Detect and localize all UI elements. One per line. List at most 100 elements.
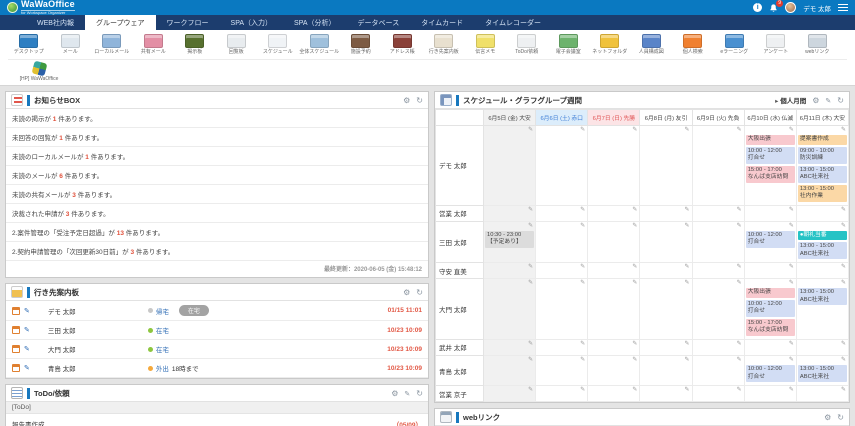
schedule-cell[interactable] <box>692 205 744 221</box>
nav-tab[interactable]: WEB社内報 <box>26 15 85 30</box>
edit-icon[interactable] <box>641 126 690 135</box>
schedule-cell[interactable] <box>744 386 796 402</box>
schedule-cell[interactable] <box>640 126 692 206</box>
gear-icon[interactable] <box>403 288 410 297</box>
user-name[interactable]: デモ 太郎 <box>803 3 831 13</box>
toolbar-item-circular-board[interactable]: 回覧板 <box>216 33 258 57</box>
schedule-cell[interactable] <box>640 339 692 355</box>
nav-tab[interactable]: タイムカード <box>410 15 474 30</box>
schedule-cell[interactable] <box>640 221 692 263</box>
edit-icon[interactable] <box>798 340 847 349</box>
user-avatar[interactable] <box>785 2 796 13</box>
schedule-cell[interactable] <box>744 339 796 355</box>
edit-icon[interactable] <box>694 222 743 231</box>
schedule-cell[interactable] <box>640 386 692 402</box>
notice-item[interactable]: 2.契約申請管理の「次回更新30日前」が 3 件あります。 <box>6 242 428 261</box>
edit-icon[interactable] <box>589 386 638 395</box>
edit-icon[interactable] <box>485 263 534 272</box>
todo-item[interactable]: 報告書作成（05/09） <box>6 414 428 426</box>
edit-icon[interactable] <box>589 222 638 231</box>
toolbar-item-schedule[interactable]: スケジュール <box>257 33 299 57</box>
schedule-cell[interactable] <box>484 339 536 355</box>
nav-tab[interactable]: SPA（入力） <box>220 15 284 30</box>
gear-icon[interactable] <box>812 96 819 105</box>
notification-bell-icon[interactable]: 9 <box>769 3 778 13</box>
schedule-cell[interactable] <box>484 355 536 385</box>
edit-icon[interactable] <box>485 386 534 395</box>
schedule-event[interactable]: 大阪出張 <box>746 135 795 145</box>
edit-icon[interactable] <box>798 222 847 231</box>
schedule-event[interactable]: ●朝礼当番 <box>798 231 847 241</box>
refresh-icon[interactable] <box>837 413 844 422</box>
edit-icon[interactable] <box>694 126 743 135</box>
refresh-icon[interactable] <box>416 389 423 398</box>
refresh-icon[interactable] <box>416 96 423 105</box>
schedule-cell[interactable] <box>692 263 744 279</box>
edit-icon[interactable] <box>694 340 743 349</box>
toolbar-item-bulletin-board[interactable]: 掲示板 <box>174 33 216 57</box>
schedule-cell[interactable] <box>588 279 640 340</box>
notice-item[interactable]: 未読の掲示が 1 件あります。 <box>6 109 428 128</box>
edit-icon[interactable] <box>746 222 795 231</box>
edit-icon[interactable] <box>641 263 690 272</box>
schedule-event[interactable]: 10:00 - 12:00打合せ <box>746 365 795 382</box>
notice-item[interactable]: 2.案件管理の「受注予定日超過」が 13 件あります。 <box>6 223 428 242</box>
edit-icon[interactable] <box>537 279 586 288</box>
edit-icon[interactable] <box>798 279 847 288</box>
schedule-cell[interactable] <box>692 126 744 206</box>
schedule-cell[interactable] <box>484 126 536 206</box>
edit-icon[interactable] <box>641 279 690 288</box>
schedule-cell[interactable] <box>536 386 588 402</box>
schedule-cell[interactable] <box>588 386 640 402</box>
edit-icon[interactable] <box>589 126 638 135</box>
schedule-cell[interactable] <box>536 339 588 355</box>
toolbar-item-web-link[interactable]: webリンク <box>797 33 839 57</box>
toolbar-item-desktop[interactable]: デスクトップ <box>8 33 50 57</box>
schedule-cell[interactable] <box>640 355 692 385</box>
edit-icon[interactable] <box>746 340 795 349</box>
edit-icon[interactable] <box>641 222 690 231</box>
schedule-cell[interactable] <box>536 263 588 279</box>
schedule-event[interactable]: 大阪出張 <box>746 288 795 298</box>
schedule-event[interactable]: 10:30 - 23:00【予定あり】 <box>485 231 534 248</box>
compose-icon[interactable] <box>404 389 410 398</box>
refresh-icon[interactable] <box>837 96 844 105</box>
schedule-cell[interactable] <box>588 126 640 206</box>
nav-tab[interactable]: タイムレコーダー <box>474 15 552 30</box>
toolbar-item-hp-wawaoffice[interactable]: [HP] WaWaOffice <box>8 62 70 84</box>
edit-icon[interactable] <box>24 326 30 334</box>
calendar-icon[interactable] <box>12 326 20 334</box>
schedule-cell[interactable] <box>640 279 692 340</box>
schedule-event[interactable]: 10:00 - 12:00打合せ <box>746 231 795 248</box>
schedule-event[interactable]: 10:00 - 12:00打合せ <box>746 300 795 317</box>
toolbar-item-destination-board[interactable]: 行き先案内板 <box>423 33 465 57</box>
toolbar-item-org-chart[interactable]: 人員構成図 <box>631 33 673 57</box>
status-link[interactable]: 外出 <box>156 363 169 373</box>
edit-icon[interactable] <box>485 222 534 231</box>
schedule-event[interactable]: 13:00 - 15:00社内作業 <box>798 185 847 202</box>
edit-icon[interactable] <box>694 206 743 215</box>
edit-icon[interactable] <box>746 126 795 135</box>
schedule-cell[interactable] <box>484 263 536 279</box>
edit-icon[interactable] <box>24 307 30 315</box>
toolbar-item-e-learning[interactable]: eラーニング <box>714 33 756 57</box>
schedule-event[interactable]: 15:00 - 17:00なんば支店訪問 <box>746 319 795 336</box>
schedule-cell[interactable] <box>692 386 744 402</box>
schedule-cell[interactable]: 大阪出張 10:00 - 12:00打合せ 15:00 - 17:00なんば支店訪問 <box>744 279 796 340</box>
nav-tab[interactable]: データベース <box>347 15 411 30</box>
edit-icon[interactable] <box>537 126 586 135</box>
edit-icon[interactable] <box>694 263 743 272</box>
edit-icon[interactable] <box>485 356 534 365</box>
schedule-cell[interactable] <box>796 339 848 355</box>
schedule-cell[interactable] <box>640 205 692 221</box>
compose-icon[interactable] <box>825 96 831 105</box>
calendar-icon[interactable] <box>12 307 20 315</box>
nav-tab[interactable]: SPA（分析） <box>283 15 347 30</box>
edit-icon[interactable] <box>641 206 690 215</box>
schedule-event[interactable]: 13:00 - 15:00ABC社来社 <box>798 242 847 259</box>
edit-icon[interactable] <box>694 279 743 288</box>
edit-icon[interactable] <box>798 126 847 135</box>
toolbar-item-personal-search[interactable]: 個人検索 <box>672 33 714 57</box>
toolbar-item-net-folder[interactable]: ネットフォルダ <box>589 33 631 57</box>
schedule-cell[interactable] <box>588 339 640 355</box>
